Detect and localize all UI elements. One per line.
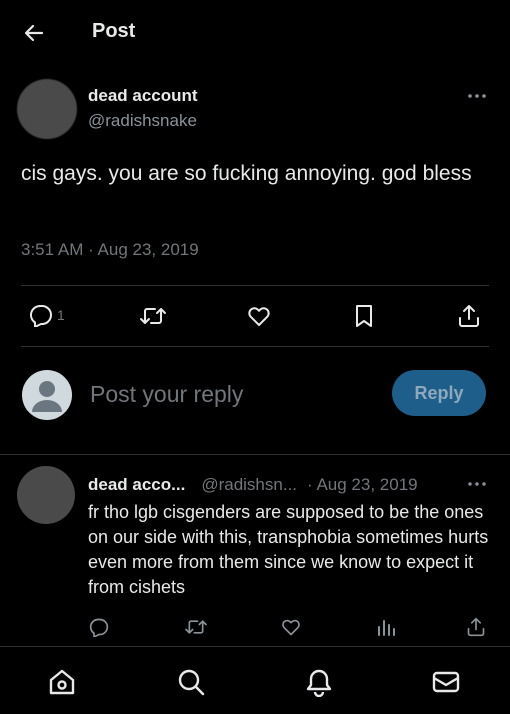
reply-input[interactable]: Post your reply (90, 378, 370, 410)
avatar[interactable] (17, 79, 77, 139)
comment-date[interactable]: · Aug 23, 2019 (307, 475, 418, 495)
views-icon (376, 617, 396, 637)
more-options-icon[interactable] (466, 474, 488, 494)
notifications-icon[interactable] (304, 667, 334, 697)
home-icon[interactable] (47, 667, 77, 697)
messages-icon[interactable] (431, 667, 461, 697)
share-icon (457, 303, 481, 329)
reply-submit-button[interactable]: Reply (392, 370, 486, 416)
reply-button[interactable]: 1 (28, 303, 65, 327)
bottom-navigation (0, 646, 510, 714)
share-button[interactable] (457, 303, 481, 329)
comment-retweet-button[interactable] (184, 617, 208, 637)
user-avatar[interactable] (22, 370, 72, 420)
comment-author-name[interactable]: dead acco... (88, 475, 185, 495)
retweet-button[interactable] (139, 304, 167, 328)
reply-icon (28, 303, 54, 327)
comment-reply-button[interactable] (88, 617, 110, 637)
comment-share-button[interactable] (466, 616, 486, 638)
divider (21, 346, 489, 347)
more-options-icon[interactable] (466, 86, 488, 106)
comment-author-handle[interactable]: @radishsn... (201, 475, 297, 495)
search-icon[interactable] (176, 667, 206, 697)
reply-count: 1 (57, 307, 65, 323)
bookmark-button[interactable] (352, 303, 376, 329)
author-handle[interactable]: @radishsnake (88, 111, 197, 131)
arrow-left-icon[interactable] (22, 21, 46, 45)
like-icon (280, 617, 302, 637)
tweet-text: cis gays. you are so fucking annoying. g… (21, 162, 472, 185)
bookmark-icon (352, 303, 376, 329)
comment-like-button[interactable] (280, 617, 302, 637)
page-title: Post (92, 20, 136, 42)
tweet-timestamp[interactable]: 3:51 AM · Aug 23, 2019 (21, 240, 199, 260)
comment-header: dead acco... @radishsn... · Aug 23, 2019 (88, 474, 418, 496)
retweet-icon (184, 617, 208, 637)
share-icon (466, 616, 486, 638)
divider (21, 285, 489, 286)
retweet-icon (139, 304, 167, 328)
like-button[interactable] (246, 304, 272, 328)
comment-text: fr tho lgb cisgenders are supposed to be… (88, 502, 489, 597)
like-icon (246, 304, 272, 328)
divider (0, 454, 510, 455)
top-bar: Post (0, 0, 510, 66)
comment-avatar[interactable] (17, 466, 75, 524)
reply-icon (88, 617, 110, 637)
author-name[interactable]: dead account (88, 86, 198, 106)
comment-views-button[interactable] (376, 617, 396, 637)
